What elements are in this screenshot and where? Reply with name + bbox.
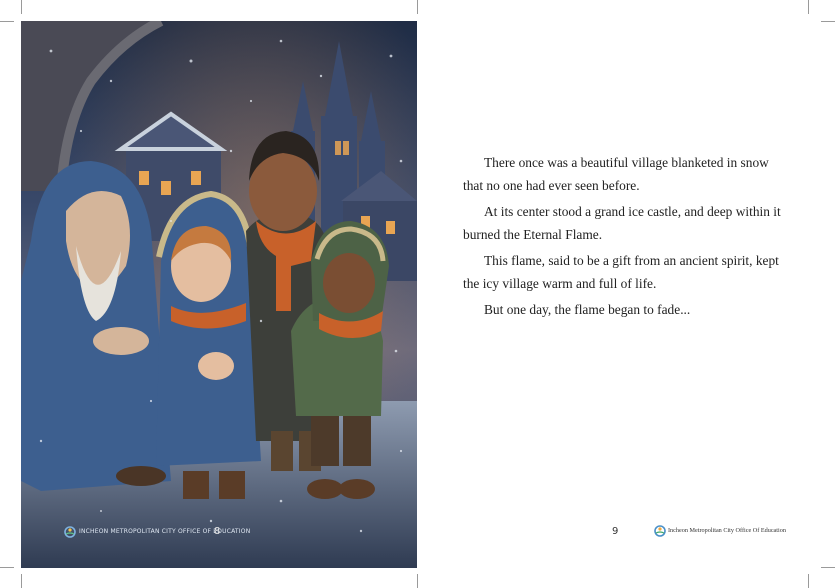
left-footer-org-name: INCHEON METROPOLITAN CITY OFFICE OF EDUC… bbox=[79, 528, 251, 535]
girl-figure bbox=[156, 190, 261, 499]
story-paragraph: There once was a beautiful village blank… bbox=[463, 155, 769, 193]
crop-mark bbox=[0, 567, 14, 568]
story-paragraph: This flame, said to be a gift from an an… bbox=[463, 253, 779, 291]
crop-mark bbox=[417, 574, 418, 588]
winter-village-scene bbox=[21, 21, 417, 568]
crop-mark bbox=[821, 567, 835, 568]
story-illustration bbox=[21, 21, 417, 568]
story-text: There once was a beautiful village blank… bbox=[463, 151, 783, 324]
left-page-number: 8 bbox=[214, 526, 221, 537]
education-office-logo-icon bbox=[654, 525, 666, 537]
book-spread: INCHEON METROPOLITAN CITY OFFICE OF EDUC… bbox=[0, 0, 835, 588]
crop-mark bbox=[21, 574, 22, 588]
crop-mark bbox=[0, 21, 14, 22]
crop-mark bbox=[808, 574, 809, 588]
right-footer-org-name: Incheon Metropolitan City Office Of Educ… bbox=[668, 527, 786, 534]
crop-mark bbox=[21, 0, 22, 14]
education-office-logo-icon bbox=[64, 526, 76, 538]
right-page-number: 9 bbox=[612, 526, 619, 537]
story-paragraph: At its center stood a grand ice castle, … bbox=[463, 204, 781, 242]
crop-mark bbox=[417, 0, 418, 14]
story-paragraph: But one day, the flame began to fade... bbox=[484, 302, 691, 317]
left-page-footer: INCHEON METROPOLITAN CITY OFFICE OF EDUC… bbox=[21, 520, 417, 544]
crop-mark bbox=[808, 0, 809, 14]
crop-mark bbox=[821, 21, 835, 22]
